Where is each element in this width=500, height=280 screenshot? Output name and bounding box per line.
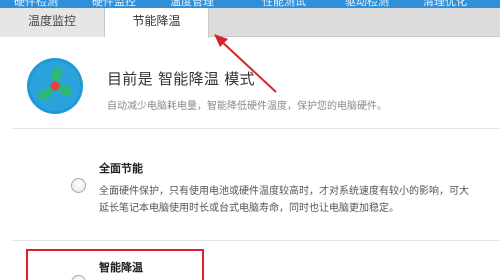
option-title: 全面节能 (99, 162, 143, 175)
top-menu-item[interactable]: 温度管理 (170, 0, 214, 8)
page-subtitle: 自动减少电脑耗电量，智能降低硬件温度，保护您的电脑硬件。 (107, 101, 387, 112)
top-menu-item[interactable]: 清理优化 (423, 0, 467, 8)
tab-temperature-monitor[interactable]: 温度监控 (0, 8, 105, 37)
option-description: 延长笔记本电脑使用时长或台式电脑寿命，同时也让电脑更加稳定。 (99, 203, 399, 214)
top-menu-item[interactable]: 硬件监控 (92, 0, 136, 8)
divider (12, 128, 500, 129)
fan-icon (27, 58, 83, 114)
top-menu-bar: 硬件检测 硬件监控 温度管理 性能测试 驱动检测 清理优化 (0, 0, 500, 8)
radio-full-energy-saving[interactable] (71, 178, 86, 193)
option-title: 智能降温 (99, 261, 143, 274)
top-menu-item[interactable]: 硬件检测 (14, 0, 58, 8)
divider (12, 240, 500, 241)
top-menu-item[interactable]: 性能测试 (262, 0, 306, 8)
option-description: 全面硬件保护，只有使用电池或硬件温度较高时，才对系统速度有较小的影响，可大 (99, 186, 469, 197)
annotation-arrow (214, 34, 277, 93)
tab-energy-saving-cooling[interactable]: 节能降温 (105, 8, 209, 38)
top-menu-item[interactable]: 驱动检测 (345, 0, 389, 8)
